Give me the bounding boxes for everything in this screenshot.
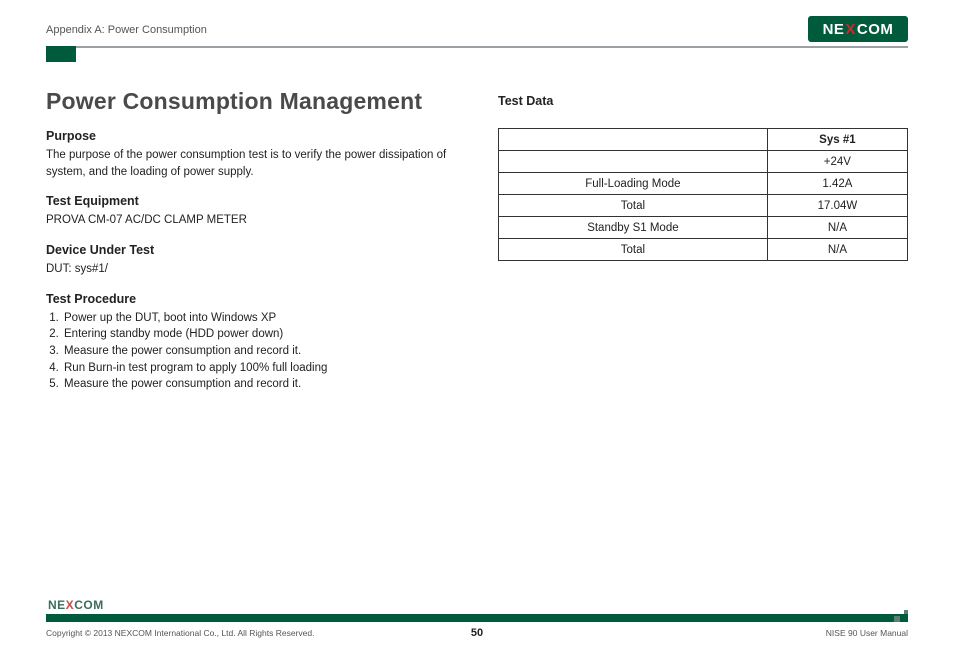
footer-deco-icon: [888, 608, 908, 622]
purpose-heading: Purpose: [46, 129, 462, 143]
footer-doc-name: NISE 90 User Manual: [826, 628, 908, 638]
testdata-table: Sys #1 +24V Full-Loading Mode 1.42A Tota…: [498, 128, 908, 261]
procedure-step: Measure the power consumption and record…: [62, 343, 462, 360]
footer-brand-logo: NEXCOM: [48, 598, 104, 612]
document-page: Appendix A: Power Consumption NEXCOM Pow…: [0, 0, 954, 672]
footer-page-number: 50: [0, 627, 954, 639]
header-appendix-label: Appendix A: Power Consumption: [46, 24, 908, 36]
procedure-heading: Test Procedure: [46, 292, 462, 306]
footer-logo-part1: NE: [48, 598, 66, 612]
footer-logo-part2: COM: [74, 598, 104, 612]
header-divider: [46, 46, 908, 48]
table-row-value: 1.42A: [767, 173, 907, 195]
table-header-blank: [499, 129, 768, 151]
logo-text-part2: COM: [857, 21, 894, 38]
procedure-step: Run Burn-in test program to apply 100% f…: [62, 360, 462, 377]
procedure-step: Entering standby mode (HDD power down): [62, 326, 462, 343]
table-row: Total 17.04W: [499, 195, 908, 217]
header-tab-marker: [46, 48, 76, 62]
logo-text-x: X: [844, 21, 857, 38]
equipment-text: PROVA CM-07 AC/DC CLAMP METER: [46, 212, 462, 229]
page-title: Power Consumption Management: [46, 88, 462, 115]
logo-text-part1: NE: [823, 21, 845, 38]
table-row: +24V: [499, 151, 908, 173]
table-row: Full-Loading Mode 1.42A: [499, 173, 908, 195]
dut-heading: Device Under Test: [46, 243, 462, 257]
right-column: Test Data Sys #1 +24V Full-Loading Mode …: [498, 88, 908, 393]
table-row-label: Total: [499, 195, 768, 217]
footer-logo-x: X: [66, 598, 75, 612]
purpose-text: The purpose of the power consumption tes…: [46, 147, 462, 180]
testdata-heading: Test Data: [498, 94, 908, 108]
footer-divider: [46, 614, 908, 622]
table-row: Standby S1 Mode N/A: [499, 217, 908, 239]
procedure-step: Measure the power consumption and record…: [62, 376, 462, 393]
equipment-heading: Test Equipment: [46, 194, 462, 208]
table-row-label: Standby S1 Mode: [499, 217, 768, 239]
table-row-value: 17.04W: [767, 195, 907, 217]
table-header-sys: Sys #1: [767, 129, 907, 151]
table-row-value: N/A: [767, 239, 907, 261]
procedure-list: Power up the DUT, boot into Windows XP E…: [46, 310, 462, 393]
dut-text: DUT: sys#1/: [46, 261, 462, 278]
table-row-label: Total: [499, 239, 768, 261]
content-body: Power Consumption Management Purpose The…: [46, 88, 908, 393]
brand-logo: NEXCOM: [808, 16, 908, 42]
table-row-value: N/A: [767, 217, 907, 239]
table-row: Total N/A: [499, 239, 908, 261]
table-row-value: +24V: [767, 151, 907, 173]
left-column: Power Consumption Management Purpose The…: [46, 88, 462, 393]
procedure-step: Power up the DUT, boot into Windows XP: [62, 310, 462, 327]
table-row-label: [499, 151, 768, 173]
table-header-row: Sys #1: [499, 129, 908, 151]
table-row-label: Full-Loading Mode: [499, 173, 768, 195]
